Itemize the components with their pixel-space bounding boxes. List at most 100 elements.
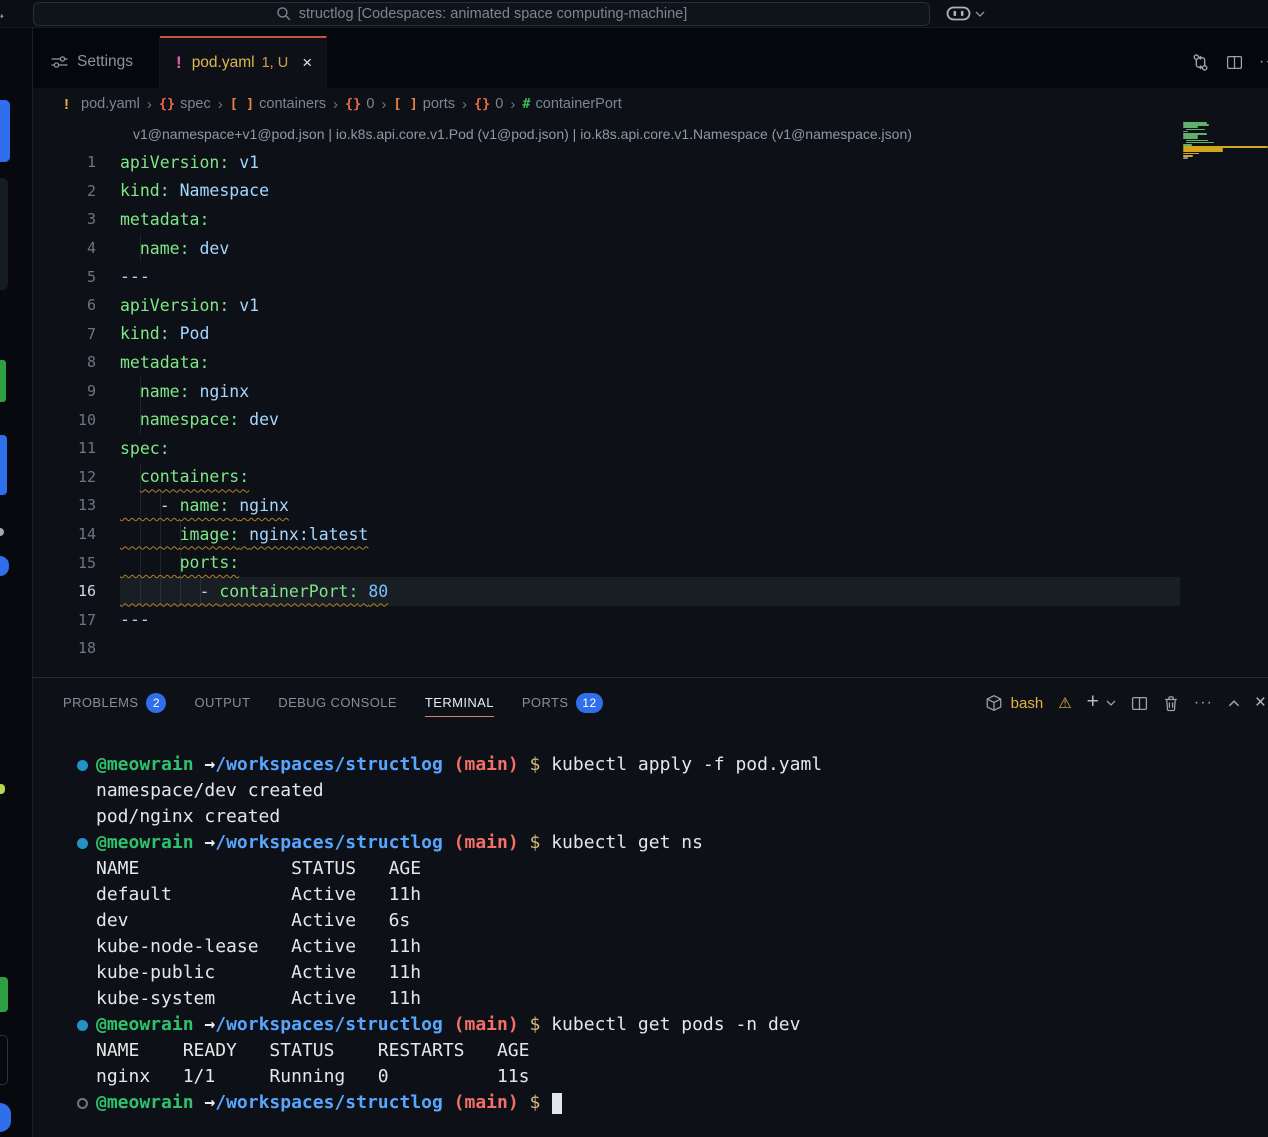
code-line[interactable]: 11spec:	[33, 434, 1268, 463]
indent-guide	[140, 548, 141, 577]
line-number[interactable]: 8	[33, 353, 120, 371]
split-editor-icon[interactable]	[1226, 54, 1243, 71]
kill-terminal-icon[interactable]	[1163, 695, 1179, 712]
line-number[interactable]: 7	[33, 325, 120, 343]
tab-pod-yaml[interactable]: ! pod.yaml 1, U ×	[160, 36, 327, 88]
line-number[interactable]: 6	[33, 296, 120, 314]
command-text: kubectl apply -f pod.yaml	[551, 752, 822, 778]
maximize-panel-icon[interactable]	[1228, 700, 1240, 707]
breadcrumb-item[interactable]: {}spec	[159, 96, 211, 112]
warning-squiggle: containers:	[140, 467, 249, 486]
breadcrumb-item[interactable]: #containerPort	[522, 96, 621, 112]
line-number[interactable]: 11	[33, 439, 120, 457]
token: containers:	[140, 467, 249, 486]
line-number[interactable]: 4	[33, 239, 120, 257]
command-decoration[interactable]	[77, 752, 96, 778]
code-line[interactable]: 10 namespace: dev	[33, 405, 1268, 434]
forward-arrow-icon[interactable]: →	[0, 4, 12, 24]
code-text: metadata:	[120, 348, 1180, 377]
space	[540, 830, 551, 856]
tab-settings[interactable]: Settings	[33, 36, 160, 88]
code-line[interactable]: 4 name: dev	[33, 234, 1268, 263]
command-success-dot[interactable]	[77, 760, 88, 771]
line-number[interactable]: 15	[33, 554, 120, 572]
code-line[interactable]: 16 - containerPort: 80	[33, 577, 1268, 606]
breadcrumb-item[interactable]: [ ]ports	[393, 96, 455, 112]
panel-tab-ports[interactable]: PORTS12	[522, 678, 603, 728]
line-number[interactable]: 5	[33, 268, 120, 286]
code-line[interactable]: 2kind: Namespace	[33, 177, 1268, 206]
code-line[interactable]: 18	[33, 634, 1268, 663]
code-line[interactable]: 3metadata:	[33, 205, 1268, 234]
command-success-dot[interactable]	[77, 1020, 88, 1031]
code-line[interactable]: 17---	[33, 606, 1268, 635]
line-number[interactable]: 2	[33, 182, 120, 200]
breadcrumb-item[interactable]: {}0	[474, 96, 503, 112]
panel-tab-debug-console[interactable]: DEBUG CONSOLE	[278, 678, 397, 728]
space	[540, 1090, 551, 1116]
command-pending-dot[interactable]	[77, 1098, 88, 1109]
prompt-user: @meowrain	[96, 1090, 194, 1116]
breadcrumb-item[interactable]: pod.yaml	[81, 96, 140, 112]
panel-tab-problems[interactable]: PROBLEMS2	[63, 678, 166, 728]
new-terminal-button[interactable]: +	[1087, 692, 1099, 714]
command-decoration[interactable]	[77, 1012, 96, 1038]
close-tab-icon[interactable]: ×	[302, 53, 312, 73]
code-line[interactable]: 6apiVersion: v1	[33, 291, 1268, 320]
breadcrumb-label: pod.yaml	[81, 96, 140, 112]
breadcrumb-item[interactable]: {}0	[345, 96, 374, 112]
line-number[interactable]: 13	[33, 496, 120, 514]
breadcrumb-label: containerPort	[536, 96, 622, 112]
line-number[interactable]: 12	[33, 468, 120, 486]
terminal-prompt-line: @meowrain →/workspaces/structlog (main) …	[77, 1012, 1268, 1038]
indent-guide	[140, 405, 141, 434]
code-line[interactable]: 15 ports:	[33, 548, 1268, 577]
output-text: kube-public Active 11h	[96, 960, 421, 986]
prompt-dollar: $	[530, 1090, 541, 1116]
close-panel-icon[interactable]: ×	[1255, 692, 1266, 714]
line-number[interactable]: 1	[33, 153, 120, 171]
code-line[interactable]: 5---	[33, 262, 1268, 291]
terminal-output-line: default Active 11h	[77, 882, 1268, 908]
minimap[interactable]	[1183, 122, 1268, 161]
code-line[interactable]: 1apiVersion: v1	[33, 148, 1268, 177]
code-editor[interactable]: v1@namespace+v1@pod.json | io.k8s.api.co…	[33, 120, 1268, 663]
compare-changes-icon[interactable]	[1191, 53, 1210, 72]
command-success-dot[interactable]	[77, 838, 88, 849]
breadcrumb-item[interactable]: [ ]containers	[230, 96, 326, 112]
command-decoration[interactable]	[77, 1090, 96, 1116]
line-number[interactable]: 16	[33, 582, 120, 600]
code-line[interactable]: 9 name: nginx	[33, 377, 1268, 406]
shell-warning-icon[interactable]: ⚠	[1058, 694, 1071, 712]
copilot-menu[interactable]	[946, 6, 985, 22]
token: name:	[140, 239, 190, 258]
code-line[interactable]: 13 - name: nginx	[33, 491, 1268, 520]
token: apiVersion:	[120, 153, 229, 172]
yaml-schema-hint[interactable]: v1@namespace+v1@pod.json | io.k8s.api.co…	[33, 120, 1268, 148]
token	[229, 296, 239, 315]
line-number[interactable]: 18	[33, 639, 120, 657]
code-line[interactable]: 14 image: nginx:latest	[33, 520, 1268, 549]
panel-more-icon[interactable]: ···	[1194, 694, 1213, 712]
command-center-search[interactable]: structlog [Codespaces: animated space co…	[33, 2, 930, 26]
indent-guide	[140, 520, 141, 549]
indent-guide	[180, 548, 181, 577]
line-number[interactable]: 17	[33, 611, 120, 629]
line-number[interactable]: 9	[33, 382, 120, 400]
indent-guide	[140, 491, 141, 520]
command-decoration[interactable]	[77, 830, 96, 856]
line-number[interactable]: 3	[33, 210, 120, 228]
line-number[interactable]: 14	[33, 525, 120, 543]
code-line[interactable]: 7kind: Pod	[33, 320, 1268, 349]
panel-tab-output[interactable]: OUTPUT	[194, 678, 250, 728]
shell-label[interactable]: bash	[1011, 695, 1044, 712]
more-actions-icon[interactable]: ···	[1259, 53, 1268, 71]
split-terminal-icon[interactable]	[1131, 695, 1148, 712]
terminal[interactable]: @meowrain →/workspaces/structlog (main) …	[33, 728, 1268, 1137]
symbol-icon: {}	[159, 96, 175, 112]
line-number[interactable]: 10	[33, 411, 120, 429]
panel-tab-terminal[interactable]: TERMINAL	[425, 678, 494, 728]
code-line[interactable]: 12 containers:	[33, 463, 1268, 492]
terminal-profile-chevron-icon[interactable]	[1106, 700, 1116, 706]
code-line[interactable]: 8metadata:	[33, 348, 1268, 377]
